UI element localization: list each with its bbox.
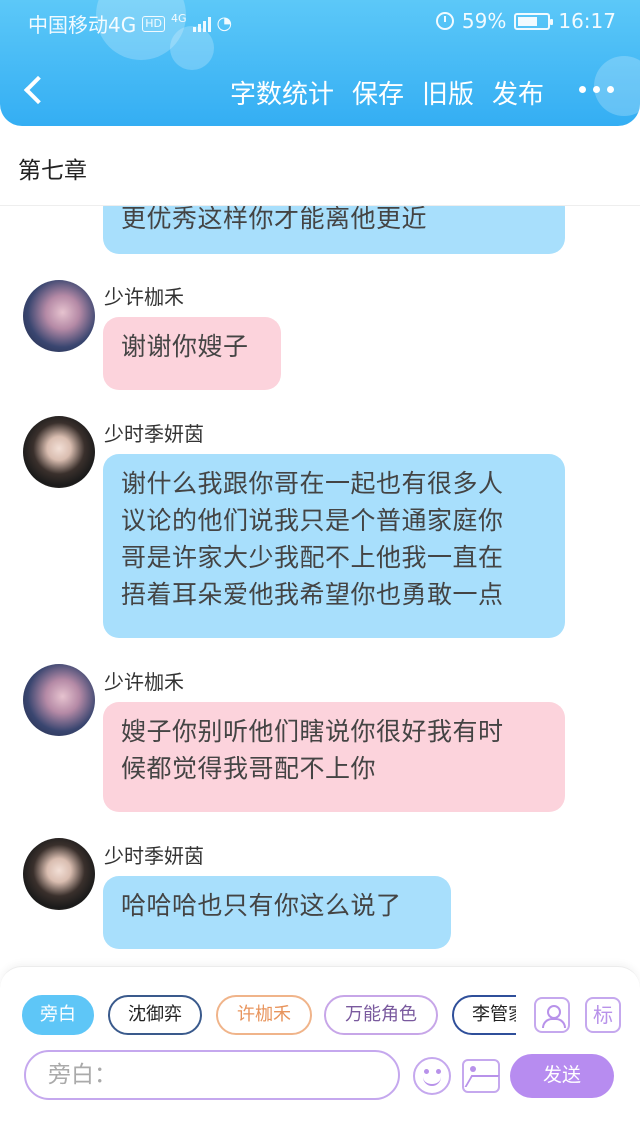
image-icon[interactable] bbox=[462, 1059, 500, 1093]
signal-icon bbox=[192, 16, 211, 32]
message-bubble[interactable]: 更优秀这样你才能离他更近 bbox=[103, 206, 565, 254]
sender-name: 少许枷禾 bbox=[104, 670, 184, 694]
message-bubble[interactable]: 哈哈哈也只有你这么说了 bbox=[103, 876, 451, 949]
message-input[interactable] bbox=[24, 1050, 400, 1100]
add-character-icon[interactable] bbox=[534, 997, 570, 1033]
hd-badge: HD bbox=[142, 15, 165, 32]
save-button[interactable]: 保存 bbox=[352, 74, 404, 111]
status-bar: 中国移动4G HD 4G ◔ 59% 16:17 bbox=[0, 0, 640, 44]
bottom-strip bbox=[0, 1106, 640, 1138]
battery-percent: 59% bbox=[461, 9, 507, 33]
old-version-button[interactable]: 旧版 bbox=[422, 74, 474, 111]
message-line: 议论的他们说我只是个普通家庭你 bbox=[121, 506, 504, 535]
avatar[interactable] bbox=[23, 838, 95, 910]
tag-button[interactable]: 标 bbox=[585, 997, 621, 1033]
nav-bar: 字数统计 保存 旧版 发布 bbox=[0, 62, 640, 122]
message-line: 捂着耳朵爱他我希望你也勇敢一点 bbox=[121, 580, 504, 609]
battery-icon bbox=[514, 12, 554, 30]
role-chip[interactable]: 万能角色 bbox=[324, 995, 438, 1035]
message-bubble[interactable]: 谢谢你嫂子 bbox=[103, 317, 281, 390]
role-chip[interactable]: 李管家 bbox=[452, 995, 516, 1035]
wifi-icon: ◔ bbox=[216, 13, 233, 34]
message-line: 更优秀这样你才能离他更近 bbox=[121, 206, 428, 233]
sender-name: 少时季妍茵 bbox=[104, 422, 204, 446]
message-line: 哈哈哈也只有你这么说了 bbox=[121, 891, 402, 920]
message-line: 候都觉得我哥配不上你 bbox=[121, 754, 377, 783]
chapter-title: 第七章 bbox=[18, 158, 87, 184]
alarm-icon bbox=[435, 12, 454, 30]
avatar[interactable] bbox=[23, 416, 95, 488]
sender-name: 少时季妍茵 bbox=[104, 844, 204, 868]
nav-actions: 字数统计 保存 旧版 发布 bbox=[230, 74, 544, 111]
role-chip[interactable]: 沈御弈 bbox=[108, 995, 202, 1035]
message-bubble[interactable]: 谢什么我跟你哥在一起也有很多人 议论的他们说我只是个普通家庭你 哥是许家大少我配… bbox=[103, 454, 565, 638]
send-button[interactable]: 发送 bbox=[510, 1054, 614, 1098]
carrier-label: 中国移动4G bbox=[28, 13, 137, 37]
message-line: 谢谢你嫂子 bbox=[121, 332, 249, 361]
message-line: 哥是许家大少我配不上他我一直在 bbox=[121, 543, 504, 572]
avatar[interactable] bbox=[23, 664, 95, 736]
publish-button[interactable]: 发布 bbox=[492, 74, 544, 111]
avatar[interactable] bbox=[23, 280, 95, 352]
time-label: 16:17 bbox=[558, 9, 616, 33]
chat-area[interactable]: 更优秀这样你才能离他更近 少许枷禾 谢谢你嫂子 少时季妍茵 谢什么我跟你哥在一起… bbox=[0, 206, 640, 966]
network-type-label: 4G bbox=[170, 12, 187, 25]
top-app-bar: 中国移动4G HD 4G ◔ 59% 16:17 字数统计 保存 旧版 发布 bbox=[0, 0, 640, 126]
role-chip[interactable]: 旁白 bbox=[22, 995, 94, 1035]
role-chip[interactable]: 许枷禾 bbox=[216, 995, 312, 1035]
chapter-title-bar[interactable]: 第七章 bbox=[0, 126, 640, 206]
sender-name: 少许枷禾 bbox=[104, 285, 184, 309]
more-options-icon[interactable] bbox=[579, 86, 614, 93]
emoji-icon[interactable] bbox=[413, 1057, 451, 1095]
back-arrow-icon[interactable] bbox=[18, 74, 52, 108]
word-count-button[interactable]: 字数统计 bbox=[230, 74, 334, 111]
message-line: 谢什么我跟你哥在一起也有很多人 bbox=[121, 469, 504, 498]
message-bubble[interactable]: 嫂子你别听他们瞎说你很好我有时 候都觉得我哥配不上你 bbox=[103, 702, 565, 812]
message-line: 嫂子你别听他们瞎说你很好我有时 bbox=[121, 717, 504, 746]
role-selector: 旁白 沈御弈 许枷禾 万能角色 李管家 bbox=[22, 993, 516, 1037]
